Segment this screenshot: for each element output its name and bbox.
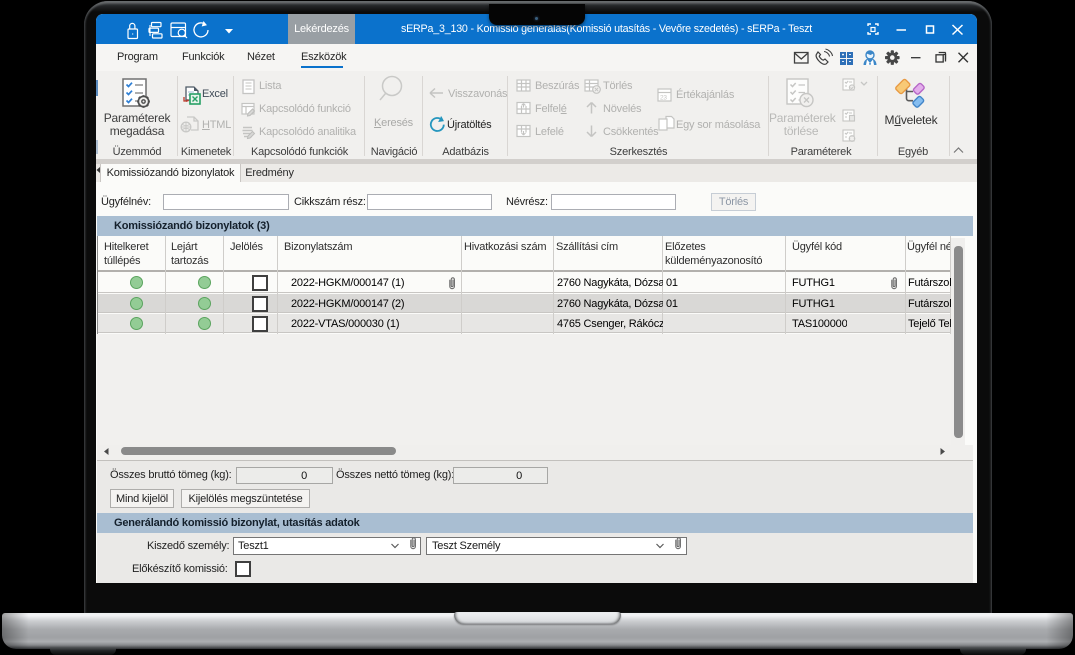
svg-text:23: 23: [660, 95, 667, 102]
